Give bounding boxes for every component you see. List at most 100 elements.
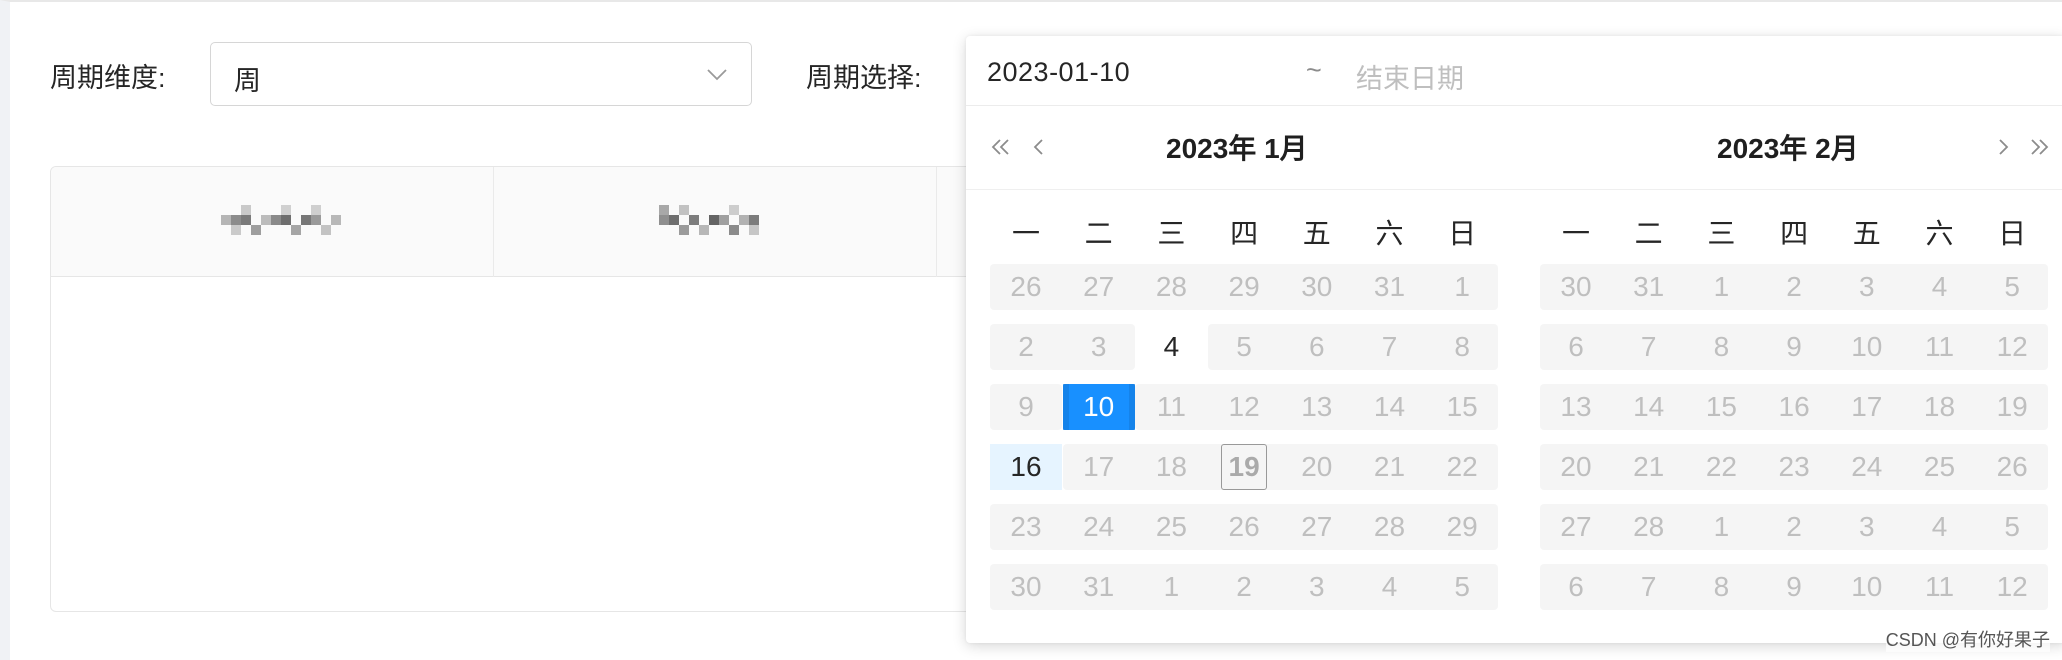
disabled-date-cell: 1 xyxy=(1163,571,1180,602)
left-month-title[interactable]: 2023年 1月 xyxy=(1166,127,1308,167)
page-stage: 周期维度: 周 周期选择: 2023-01-10 ~ 结束日期 2023年 1月… xyxy=(0,0,2062,660)
disabled-date-cell: 26 xyxy=(1010,271,1042,302)
disabled-date-cell: 8 xyxy=(1713,571,1730,602)
calendar-week-row: 6 7 8 9 10 11 12 xyxy=(1540,558,2049,618)
disabled-date-cell: 13 xyxy=(1560,391,1592,422)
weekday-label: 六 xyxy=(1925,218,1954,249)
double-chevron-left-icon xyxy=(991,139,1009,155)
disabled-date-cell: 6 xyxy=(1568,571,1584,602)
column-divider xyxy=(936,167,937,277)
disabled-date-cell: 7 xyxy=(1640,331,1657,362)
disabled-date-cell: 3 xyxy=(1859,511,1875,542)
table-header-cell xyxy=(494,167,937,277)
weekday-label: 五 xyxy=(1852,218,1881,249)
calendar-week-row: 26 27 28 29 30 31 1 xyxy=(990,258,1499,318)
disabled-date-cell: 16 xyxy=(1778,391,1810,422)
disabled-date-cell: 6 xyxy=(1309,331,1325,362)
weekday-label: 二 xyxy=(1084,218,1113,249)
disabled-date-cell: 30 xyxy=(1010,571,1042,602)
hover-range-date-cell[interactable]: 16 xyxy=(990,444,1062,490)
disabled-date-cell: 14 xyxy=(1633,391,1665,422)
calendar-week-row: 9 10 11 12 13 14 15 xyxy=(990,378,1499,438)
disabled-date-cell: 18 xyxy=(1923,391,1956,422)
disabled-date-cell: 20 xyxy=(1560,451,1592,482)
disabled-date-cell: 27 xyxy=(1083,271,1115,302)
calendar-week-row: 16 17 18 19 20 21 22 xyxy=(990,438,1499,498)
disabled-date-cell: 4 xyxy=(1931,271,1948,302)
disabled-date-cell: 8 xyxy=(1713,331,1730,362)
disabled-date-cell: 24 xyxy=(1083,511,1115,542)
weekday-header-row: 一二三四五六日 xyxy=(1540,208,2046,258)
start-date-input[interactable]: 2023-01-10 xyxy=(987,57,1130,88)
disabled-date-cell: 4 xyxy=(1381,571,1398,602)
disabled-date-cell: 3 xyxy=(1090,331,1107,362)
weekday-label: 五 xyxy=(1302,218,1331,249)
disabled-date-cell: 18 xyxy=(1155,451,1187,482)
next-year-button[interactable] xyxy=(2024,128,2062,168)
prev-year-button[interactable] xyxy=(986,128,1024,168)
disabled-date-cell: 9 xyxy=(1786,571,1802,602)
disabled-date-cell: 13 xyxy=(1301,391,1333,422)
chevron-down-icon xyxy=(707,69,727,81)
period-dimension-select[interactable]: 周 xyxy=(210,42,752,106)
calendar-week-row: 30 31 1 2 3 4 5 xyxy=(990,558,1499,618)
left-calendar: 一二三四五六日 26 27 28 29 30 31 1 2 3 4 5 6 7 8 9 10 11 12 13 14 15… xyxy=(990,208,1499,618)
calendar-header-divider xyxy=(966,189,2062,190)
next-month-button[interactable] xyxy=(1988,128,2026,168)
period-dimension-label: 周期维度: xyxy=(50,63,166,93)
end-date-input[interactable]: 结束日期 xyxy=(1356,57,1464,96)
disabled-date-cell: 2 xyxy=(1786,271,1802,302)
data-table xyxy=(50,166,1010,612)
weekday-header-row: 一二三四五六日 xyxy=(990,208,1496,258)
disabled-date-cell: 20 xyxy=(1301,451,1333,482)
disabled-date-cell: 23 xyxy=(1010,511,1042,542)
table-header xyxy=(51,167,1009,277)
disabled-date-cell: 24 xyxy=(1851,451,1883,482)
disabled-date-cell: 2 xyxy=(1786,511,1802,542)
prev-month-button[interactable] xyxy=(1024,128,1062,168)
disabled-date-cell: 15 xyxy=(1446,391,1478,422)
disabled-date-cell: 11 xyxy=(1924,331,1955,362)
watermark: CSDN @有你好果子 xyxy=(1885,626,2050,652)
disabled-date-cell: 4 xyxy=(1931,511,1948,542)
disabled-date-cell: 27 xyxy=(1560,511,1592,542)
weekday-label: 一 xyxy=(1561,218,1590,249)
disabled-date-cell: 7 xyxy=(1640,571,1657,602)
disabled-date-cell: 8 xyxy=(1454,331,1470,362)
disabled-date-cell: 11 xyxy=(1924,571,1955,602)
available-date-cell[interactable]: 4 xyxy=(1135,324,1207,370)
right-calendar: 一二三四五六日 30 31 1 2 3 4 5 6 7 8 9 10 11 12 13 14 15 16 17 18 19… xyxy=(1540,208,2049,618)
range-separator: ~ xyxy=(1306,55,1322,85)
disabled-date-cell: 1 xyxy=(1713,271,1730,302)
disabled-date-cell: 5 xyxy=(1236,331,1252,362)
weekday-label: 二 xyxy=(1634,218,1663,249)
disabled-date-cell: 30 xyxy=(1301,271,1333,302)
blurred-header-text xyxy=(659,205,769,245)
calendar-week-row: 13 14 15 16 17 18 19 xyxy=(1540,378,2049,438)
right-month-title[interactable]: 2023年 2月 xyxy=(1717,127,1859,167)
weekday-label: 日 xyxy=(1448,218,1477,249)
disabled-date-cell: 7 xyxy=(1381,331,1398,362)
disabled-date-cell: 29 xyxy=(1228,271,1260,302)
disabled-date-cell: 1 xyxy=(1713,511,1730,542)
table-header-cell xyxy=(51,167,494,277)
disabled-date-cell: 6 xyxy=(1568,331,1584,362)
disabled-date-cell: 9 xyxy=(1018,391,1034,422)
selected-date-cell[interactable]: 10 xyxy=(1062,384,1135,430)
disabled-date-cell: 10 xyxy=(1851,571,1883,602)
weekday-label: 六 xyxy=(1375,218,1404,249)
weekday-label: 一 xyxy=(1011,218,1040,249)
disabled-date-cell: 5 xyxy=(2004,511,2020,542)
today-date-cell: 19 xyxy=(1208,444,1280,490)
disabled-date-cell: 12 xyxy=(1996,331,2028,362)
disabled-date-cell: 23 xyxy=(1778,451,1810,482)
disabled-date-cell: 26 xyxy=(1228,511,1260,542)
disabled-date-cell: 28 xyxy=(1373,511,1406,542)
disabled-date-cell: 12 xyxy=(1228,391,1260,422)
disabled-date-cell: 17 xyxy=(1851,391,1883,422)
weekday-label: 四 xyxy=(1780,218,1809,249)
period-dimension-value: 周 xyxy=(234,66,261,96)
blurred-header-text xyxy=(221,205,341,245)
range-input[interactable]: 2023-01-10 ~ 结束日期 xyxy=(966,36,2062,106)
disabled-date-cell: 9 xyxy=(1786,331,1802,362)
